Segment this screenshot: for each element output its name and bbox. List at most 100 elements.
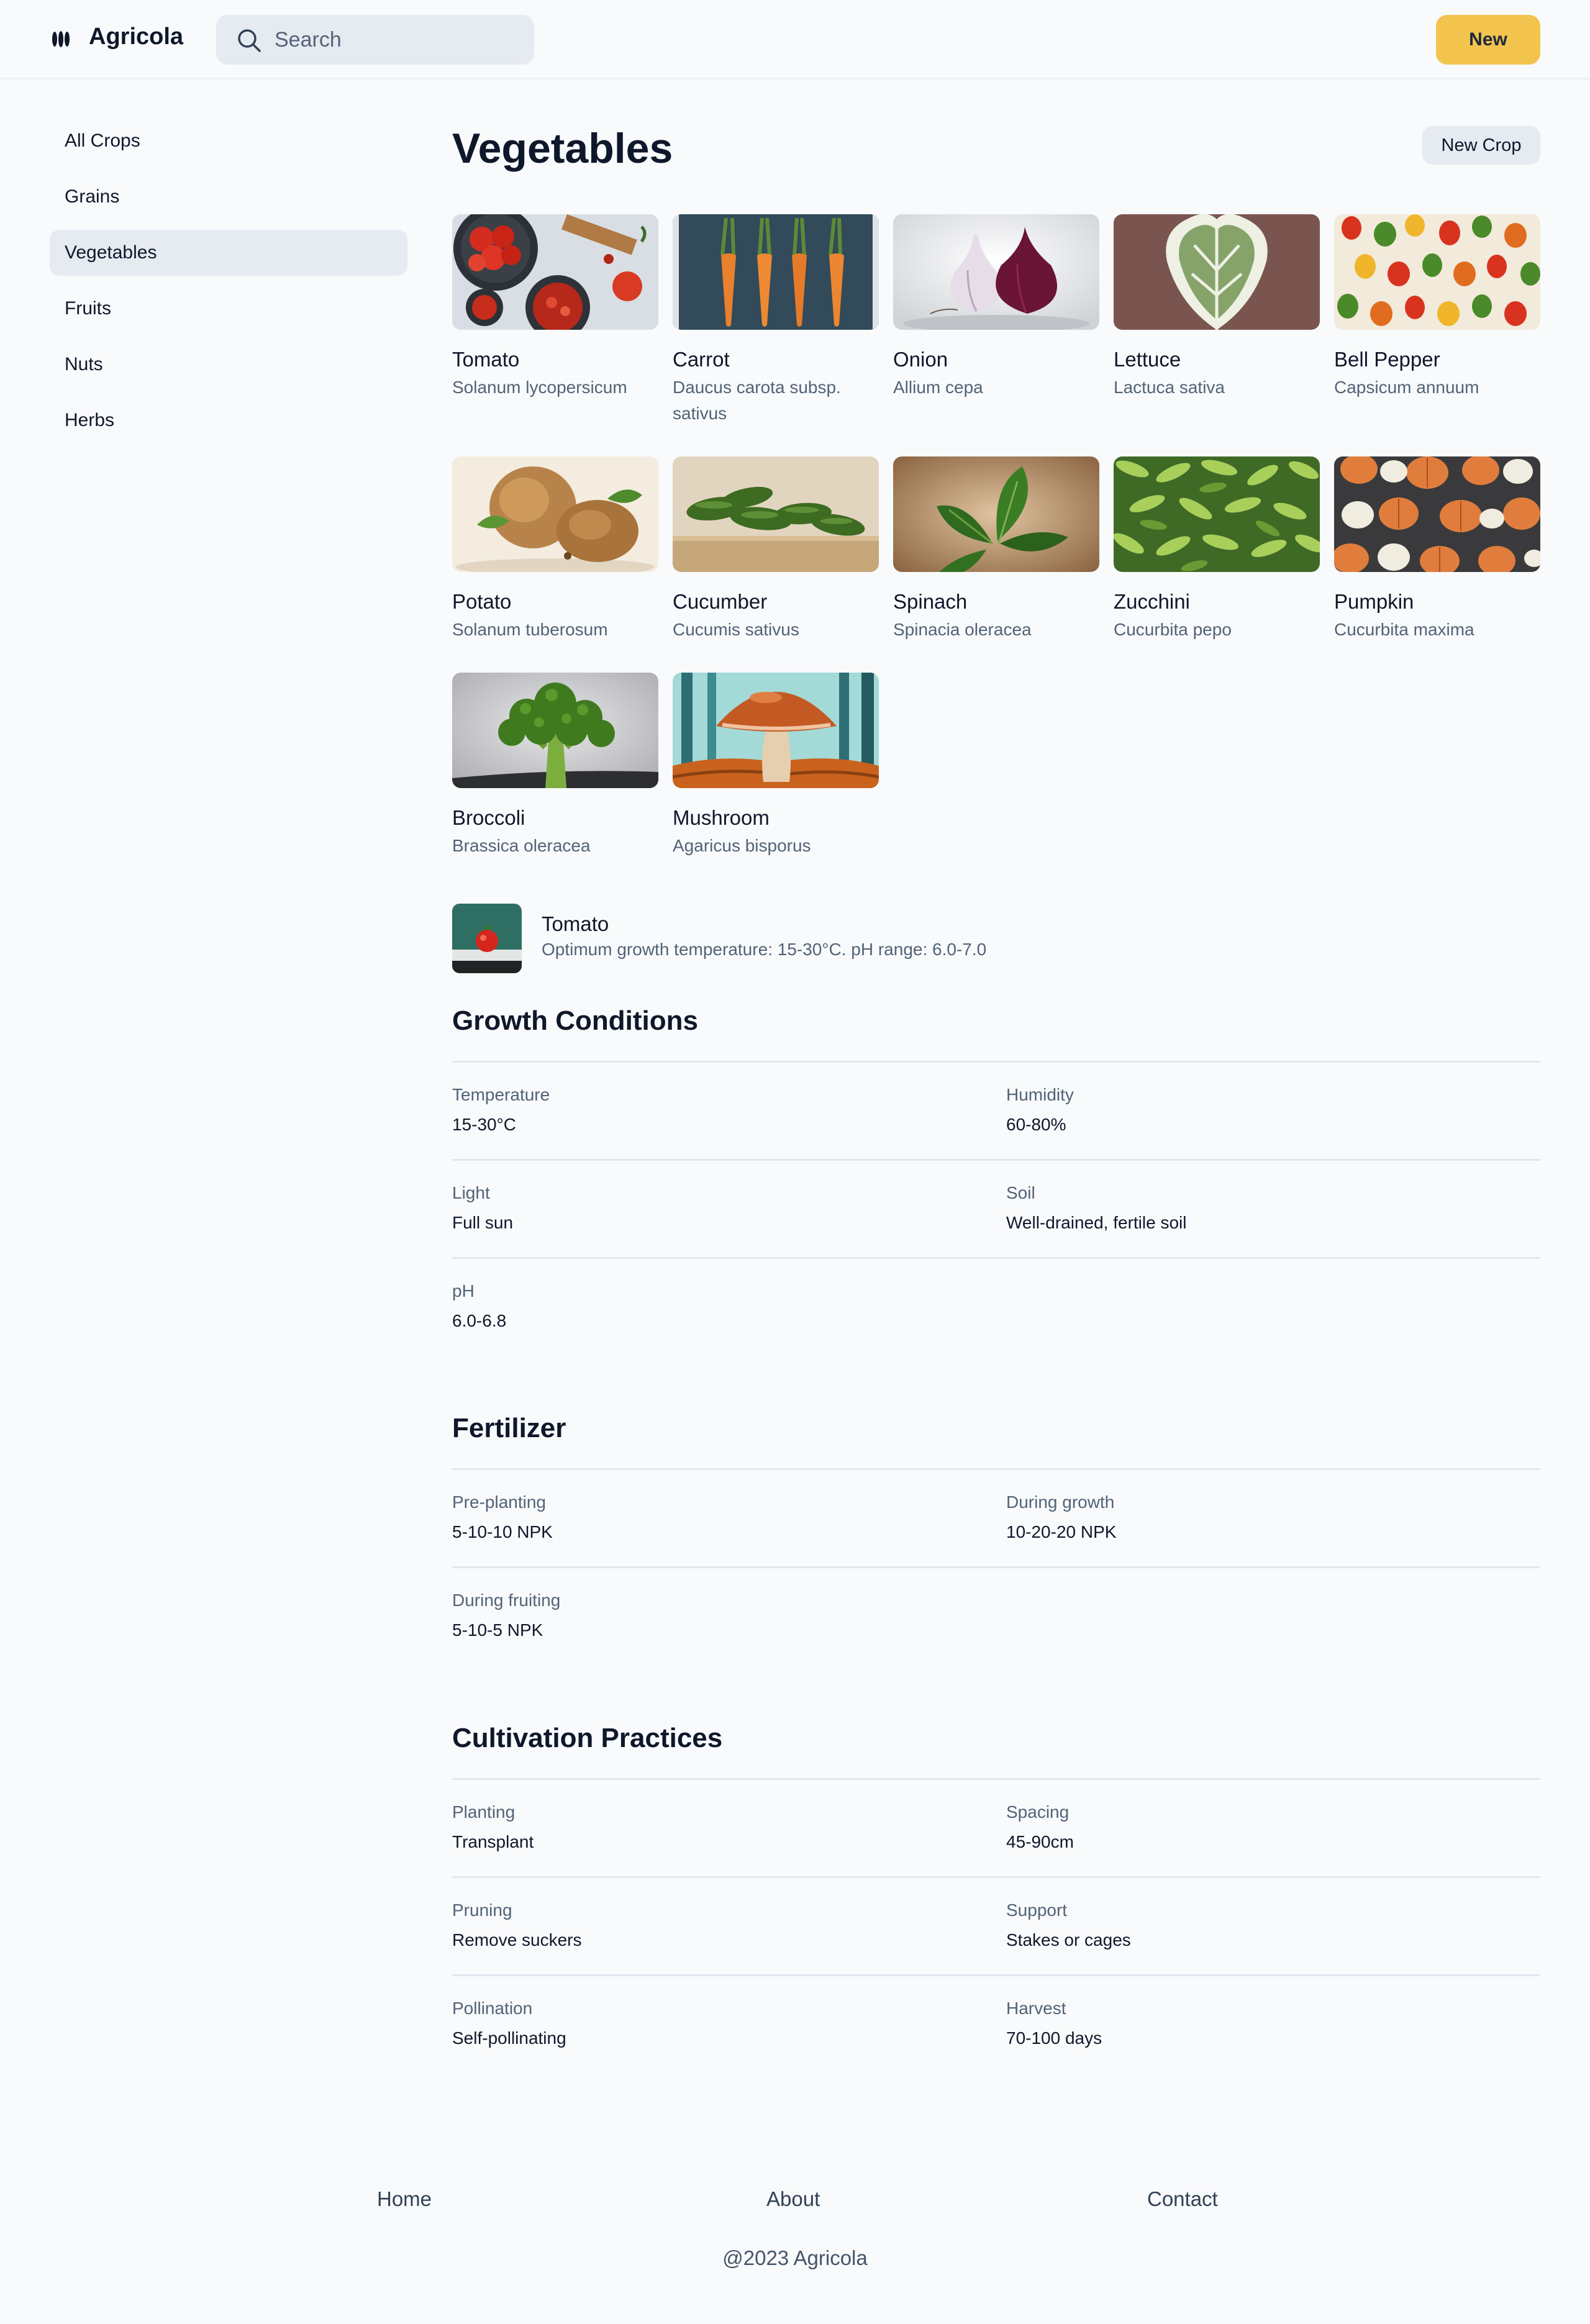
- potato-image[interactable]: [452, 456, 658, 572]
- detail-value: Self-pollinating: [452, 2028, 566, 2048]
- crop-name: Onion: [893, 348, 948, 371]
- crop-card-tomato[interactable]: Tomato Solanum lycopersicum: [452, 214, 658, 401]
- crop-name: Mushroom: [673, 806, 770, 829]
- crop-card-bell-pepper[interactable]: Bell Pepper Capsicum annuum: [1334, 214, 1540, 401]
- footer-link-about[interactable]: About: [766, 2187, 820, 2211]
- crop-card-potato[interactable]: Potato Solanum tuberosum: [452, 456, 658, 643]
- crop-scientific-name: Solanum lycopersicum: [452, 378, 627, 397]
- detail-row: Temperature 15-30°C Humidity 60-80%: [452, 1063, 1540, 1161]
- crop-name: Lettuce: [1114, 348, 1181, 371]
- detail-value: Full sun: [452, 1213, 514, 1232]
- crop-card-lettuce[interactable]: Lettuce Lactuca sativa: [1114, 214, 1320, 401]
- detail-value: 10-20-20 NPK: [1006, 1522, 1117, 1541]
- detail-value: 70-100 days: [1006, 2028, 1102, 2048]
- tomato-image[interactable]: [452, 214, 658, 330]
- detail-label: During growth: [1006, 1492, 1115, 1512]
- detail-row: pH 6.0-6.8: [452, 1259, 1540, 1357]
- featured-tomato-image: [452, 904, 522, 973]
- pumpkin-image[interactable]: [1334, 456, 1540, 572]
- search-icon: [238, 29, 261, 52]
- bell-pepper-image[interactable]: [1334, 214, 1540, 330]
- detail-label: Humidity: [1006, 1085, 1074, 1104]
- wheat-logo-icon[interactable]: [51, 29, 71, 50]
- sidebar-item-vegetables[interactable]: Vegetables: [50, 230, 407, 276]
- featured-crop[interactable]: Tomato Optimum growth temperature: 15-30…: [452, 904, 1540, 975]
- detail-row: Pruning Remove suckers Support Stakes or c…: [452, 1878, 1540, 1976]
- crop-scientific-name: Lactuca sativa: [1114, 378, 1225, 397]
- featured-crop-description: Optimum growth temperature: 15-30°C. pH …: [542, 940, 987, 959]
- crop-scientific-name: Cucurbita maxima: [1334, 620, 1474, 639]
- crop-name: Pumpkin: [1334, 590, 1414, 613]
- lettuce-image[interactable]: [1114, 214, 1320, 330]
- featured-crop-name: Tomato: [542, 912, 609, 935]
- sidebar-item-nuts[interactable]: Nuts: [50, 342, 407, 388]
- crop-name: Broccoli: [452, 806, 525, 829]
- cultivation-section: Cultivation Practices Planting Transplant…: [452, 1725, 1540, 2074]
- top-header: Agricola New: [0, 0, 1590, 79]
- sidebar-item-fruits[interactable]: Fruits: [50, 286, 407, 332]
- new-crop-button[interactable]: New Crop: [1422, 126, 1540, 165]
- detail-value: Remove suckers: [452, 1930, 582, 1950]
- sidebar-nav: All Crops Grains Vegetables Fruits Nuts …: [50, 118, 407, 453]
- crop-name: Carrot: [673, 348, 730, 371]
- fertilizer-section: Fertilizer Pre-planting 5-10-10 NPK Durin…: [452, 1415, 1540, 1666]
- mushroom-image[interactable]: [673, 673, 879, 788]
- detail-label: Support: [1006, 1900, 1068, 1920]
- carrot-image[interactable]: [673, 214, 879, 330]
- detail-value: 5-10-10 NPK: [452, 1522, 553, 1541]
- crop-name: Cucumber: [673, 590, 768, 613]
- footer-link-home[interactable]: Home: [377, 2187, 432, 2211]
- crop-card-pumpkin[interactable]: Pumpkin Cucurbita maxima: [1334, 456, 1540, 643]
- cucumber-image[interactable]: [673, 456, 879, 572]
- crop-name: Zucchini: [1114, 590, 1190, 613]
- crop-scientific-name: Capsicum annuum: [1334, 378, 1479, 397]
- zucchini-image[interactable]: [1114, 456, 1320, 572]
- detail-value: Transplant: [452, 1832, 534, 1851]
- detail-row: Pre-planting 5-10-10 NPK During growth 10-…: [452, 1470, 1540, 1568]
- detail-label: Pollination: [452, 1999, 533, 2018]
- crop-card-mushroom[interactable]: Mushroom Agaricus bisporus: [673, 673, 879, 859]
- footer-link-contact[interactable]: Contact: [1147, 2187, 1218, 2211]
- copyright-text: @2023 Agricola: [722, 2246, 868, 2269]
- detail-row: Pollination Self-pollinating Harvest 70-10…: [452, 1976, 1540, 2074]
- detail-value: Stakes or cages: [1006, 1930, 1131, 1950]
- detail-row: Light Full sun Soil Well-drained, fertile …: [452, 1161, 1540, 1259]
- detail-value: Well-drained, fertile soil: [1006, 1213, 1187, 1232]
- crop-scientific-name: Daucus carota subsp. sativus: [673, 378, 841, 423]
- detail-label: Planting: [452, 1802, 516, 1822]
- detail-label: Pruning: [452, 1900, 512, 1920]
- section-title: Cultivation Practices: [452, 1723, 723, 1753]
- sidebar-item-all-crops[interactable]: All Crops: [50, 118, 407, 164]
- new-button[interactable]: New: [1436, 15, 1540, 65]
- detail-label: Temperature: [452, 1085, 550, 1104]
- growth-conditions-section: Growth Conditions Temperature 15-30°C Hum…: [452, 1007, 1540, 1357]
- detail-label: During fruiting: [452, 1591, 561, 1610]
- crop-name: Potato: [452, 590, 512, 613]
- crop-card-onion[interactable]: Onion Allium cepa: [893, 214, 1099, 401]
- crop-scientific-name: Cucumis sativus: [673, 620, 799, 639]
- crop-card-carrot[interactable]: Carrot Daucus carota subsp. sativus: [673, 214, 879, 427]
- search-input[interactable]: [275, 15, 523, 65]
- detail-label: Light: [452, 1183, 490, 1202]
- section-title: Fertilizer: [452, 1413, 566, 1443]
- crop-scientific-name: Cucurbita pepo: [1114, 620, 1232, 639]
- detail-row: During fruiting 5-10-5 NPK: [452, 1568, 1540, 1666]
- detail-row: Planting Transplant Spacing 45-90cm: [452, 1780, 1540, 1878]
- detail-value: 15-30°C: [452, 1115, 517, 1134]
- brand-name[interactable]: Agricola: [89, 24, 183, 50]
- crop-scientific-name: Solanum tuberosum: [452, 620, 608, 639]
- crop-card-zucchini[interactable]: Zucchini Cucurbita pepo: [1114, 456, 1320, 643]
- crop-card-cucumber[interactable]: Cucumber Cucumis sativus: [673, 456, 879, 643]
- search-box[interactable]: [216, 15, 534, 65]
- crop-card-spinach[interactable]: Spinach Spinacia oleracea: [893, 456, 1099, 643]
- sidebar-item-grains[interactable]: Grains: [50, 174, 407, 220]
- crop-scientific-name: Brassica oleracea: [452, 836, 591, 855]
- detail-label: Pre-planting: [452, 1492, 546, 1512]
- crop-card-broccoli[interactable]: Broccoli Brassica oleracea: [452, 673, 658, 859]
- detail-label: Harvest: [1006, 1999, 1066, 2018]
- onion-image[interactable]: [893, 214, 1099, 330]
- sidebar-item-herbs[interactable]: Herbs: [50, 397, 407, 443]
- detail-value: 60-80%: [1006, 1115, 1066, 1134]
- spinach-image[interactable]: [893, 456, 1099, 572]
- broccoli-image[interactable]: [452, 673, 658, 788]
